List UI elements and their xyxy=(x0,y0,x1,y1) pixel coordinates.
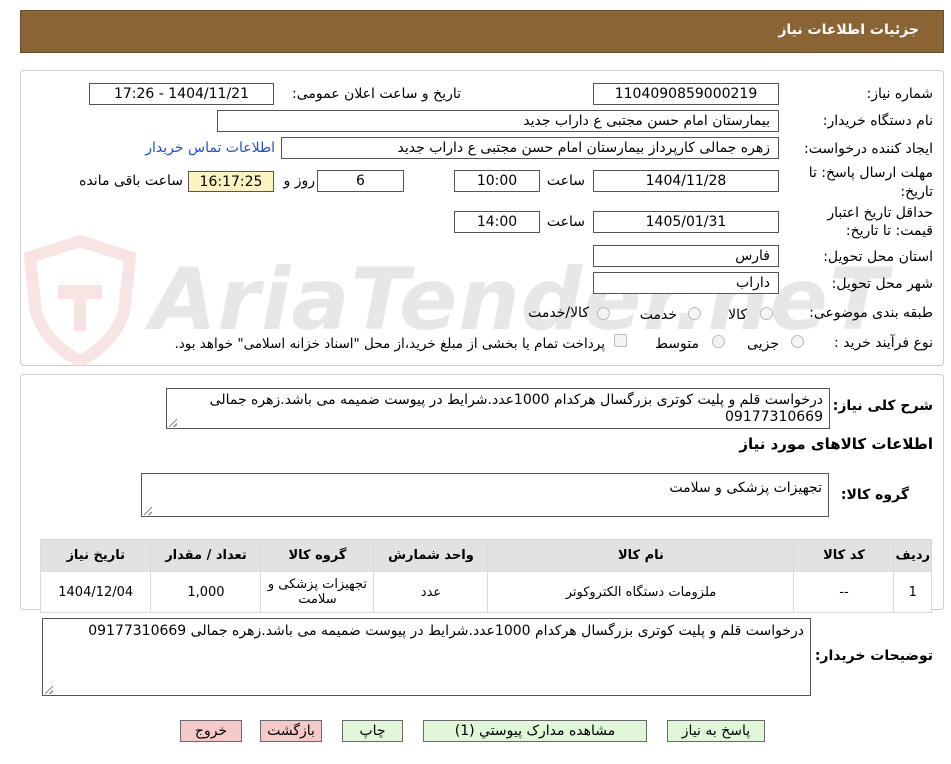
category-goods-service-label: کالا/خدمت xyxy=(528,305,589,321)
deadline-date-field: 1404/11/28 xyxy=(593,170,779,192)
goods-group-text: تجهیزات پزشکی و سلامت xyxy=(669,480,822,496)
treasury-payment-note: پرداخت تمام یا بخشی از مبلغ خرید،از محل … xyxy=(174,336,605,352)
cell-unit: عدد xyxy=(373,571,489,613)
goods-table-header: ردیف کد کالا نام کالا واحد شمارش گروه کا… xyxy=(39,539,932,572)
cell-group: تجهیزات پزشکی و سلامت xyxy=(260,571,375,613)
buyer-contact-link[interactable]: اطلاعات تماس خریدار xyxy=(145,140,275,156)
province-field: فارس xyxy=(593,245,779,267)
col-date-header: تاریخ نیاز xyxy=(39,539,152,572)
validity-time-label: ساعت xyxy=(546,214,585,230)
resize-handle-icon[interactable] xyxy=(45,686,53,694)
validity-time-field: 14:00 xyxy=(454,211,540,233)
remaining-time-field: 16:17:25 xyxy=(188,171,274,192)
need-number-label: شماره نیاز: xyxy=(866,86,934,102)
cell-date: 1404/12/04 xyxy=(39,571,152,613)
goods-section-title: اطلاعات کالاهای مورد نیاز xyxy=(739,435,933,453)
category-service-label: خدمت xyxy=(639,307,677,323)
creator-field: زهره جمالی کارپرداز بیمارستان امام حسن م… xyxy=(281,137,779,159)
goods-table: ردیف کد کالا نام کالا واحد شمارش گروه کا… xyxy=(39,539,932,613)
process-type-label: نوع فرآیند خرید : xyxy=(834,335,933,351)
need-number-field: 1104090859000219 xyxy=(593,83,779,105)
buyer-org-field: بیمارستان امام حسن مجتبی ع داراب جدید xyxy=(217,110,779,132)
need-description-label: شرح کلی نیاز: xyxy=(832,398,933,414)
col-row-header: ردیف xyxy=(893,539,932,572)
city-label: شهر محل تحویل: xyxy=(831,276,933,292)
treasury-payment-checkbox[interactable] xyxy=(614,334,627,347)
deadline-label-date: تاریخ: xyxy=(900,184,933,200)
deadline-time-label: ساعت xyxy=(546,173,585,189)
province-label: استان محل تحویل: xyxy=(823,249,933,265)
cell-row: 1 xyxy=(893,571,932,613)
print-button[interactable]: چاپ xyxy=(342,720,403,742)
announce-datetime-field: 1404/11/21 - 17:26 xyxy=(89,83,274,105)
deadline-time-field: 10:00 xyxy=(454,170,540,192)
category-service-radio[interactable] xyxy=(688,307,701,320)
category-label: طبقه بندی موضوعی: xyxy=(809,305,933,321)
back-button[interactable]: بازگشت xyxy=(260,720,322,742)
category-goods-service-radio[interactable] xyxy=(597,307,610,320)
buyer-notes-textarea[interactable]: درخواست قلم و پلیت کوتری بزرگسال هرکدام … xyxy=(42,618,811,696)
col-group-header: گروه کالا xyxy=(260,539,375,572)
col-qty-header: تعداد / مقدار xyxy=(150,539,262,572)
process-minor-label: جزیی xyxy=(747,336,779,352)
reply-button[interactable]: پاسخ به نیاز xyxy=(667,720,765,742)
buyer-notes-label: توضیحات خریدار: xyxy=(814,648,933,664)
buyer-notes-text: درخواست قلم و پلیت کوتری بزرگسال هرکدام … xyxy=(88,623,804,639)
announce-datetime-label: تاریخ و ساعت اعلان عمومی: xyxy=(292,86,461,102)
col-code-header: کد کالا xyxy=(793,539,895,572)
goods-group-label: گروه کالا: xyxy=(840,487,909,503)
page-header: جزئیات اطلاعات نیاز xyxy=(20,10,944,53)
need-description-text: درخواست قلم و پلیت کوتری بزرگسال هرکدام … xyxy=(209,392,823,425)
col-unit-header: واحد شمارش xyxy=(373,539,489,572)
buyer-org-label: نام دستگاه خریدار: xyxy=(822,113,933,129)
cell-code: -- xyxy=(793,571,895,613)
need-description-textarea[interactable]: درخواست قلم و پلیت کوتری بزرگسال هرکدام … xyxy=(166,388,830,429)
remaining-days-field: 6 xyxy=(317,170,404,192)
category-goods-label: کالا xyxy=(728,307,747,323)
validity-label-date: قیمت: تا تاریخ: xyxy=(845,223,933,239)
process-medium-radio[interactable] xyxy=(712,335,725,348)
resize-handle-icon[interactable] xyxy=(169,419,177,427)
validity-date-field: 1405/01/31 xyxy=(593,211,779,233)
deadline-label: مهلت ارسال پاسخ: تا xyxy=(808,165,933,181)
creator-label: ایجاد کننده درخواست: xyxy=(804,141,933,157)
city-field: داراب xyxy=(593,272,779,294)
view-attachments-button[interactable]: مشاهده مدارک پیوستي (1) xyxy=(423,720,647,742)
validity-label: حداقل تاریخ اعتبار xyxy=(827,205,933,221)
goods-group-textarea[interactable]: تجهیزات پزشکی و سلامت xyxy=(141,473,829,517)
col-name-header: نام کالا xyxy=(487,539,795,572)
exit-button[interactable]: خروج xyxy=(180,720,242,742)
cell-name: ملزومات دستگاه الکتروکوتر xyxy=(487,571,795,613)
process-medium-label: متوسط xyxy=(655,336,699,352)
remaining-time-label: ساعت باقی مانده xyxy=(79,173,183,189)
process-minor-radio[interactable] xyxy=(791,335,804,348)
cell-qty: 1,000 xyxy=(150,571,262,613)
resize-handle-icon[interactable] xyxy=(144,507,152,515)
shield-logo-icon xyxy=(23,235,137,365)
page-title: جزئیات اطلاعات نیاز xyxy=(778,22,919,38)
table-row: 1 -- ملزومات دستگاه الکتروکوتر عدد تجهیز… xyxy=(39,571,932,613)
category-goods-radio[interactable] xyxy=(760,307,773,320)
days-label: روز و xyxy=(283,173,316,189)
